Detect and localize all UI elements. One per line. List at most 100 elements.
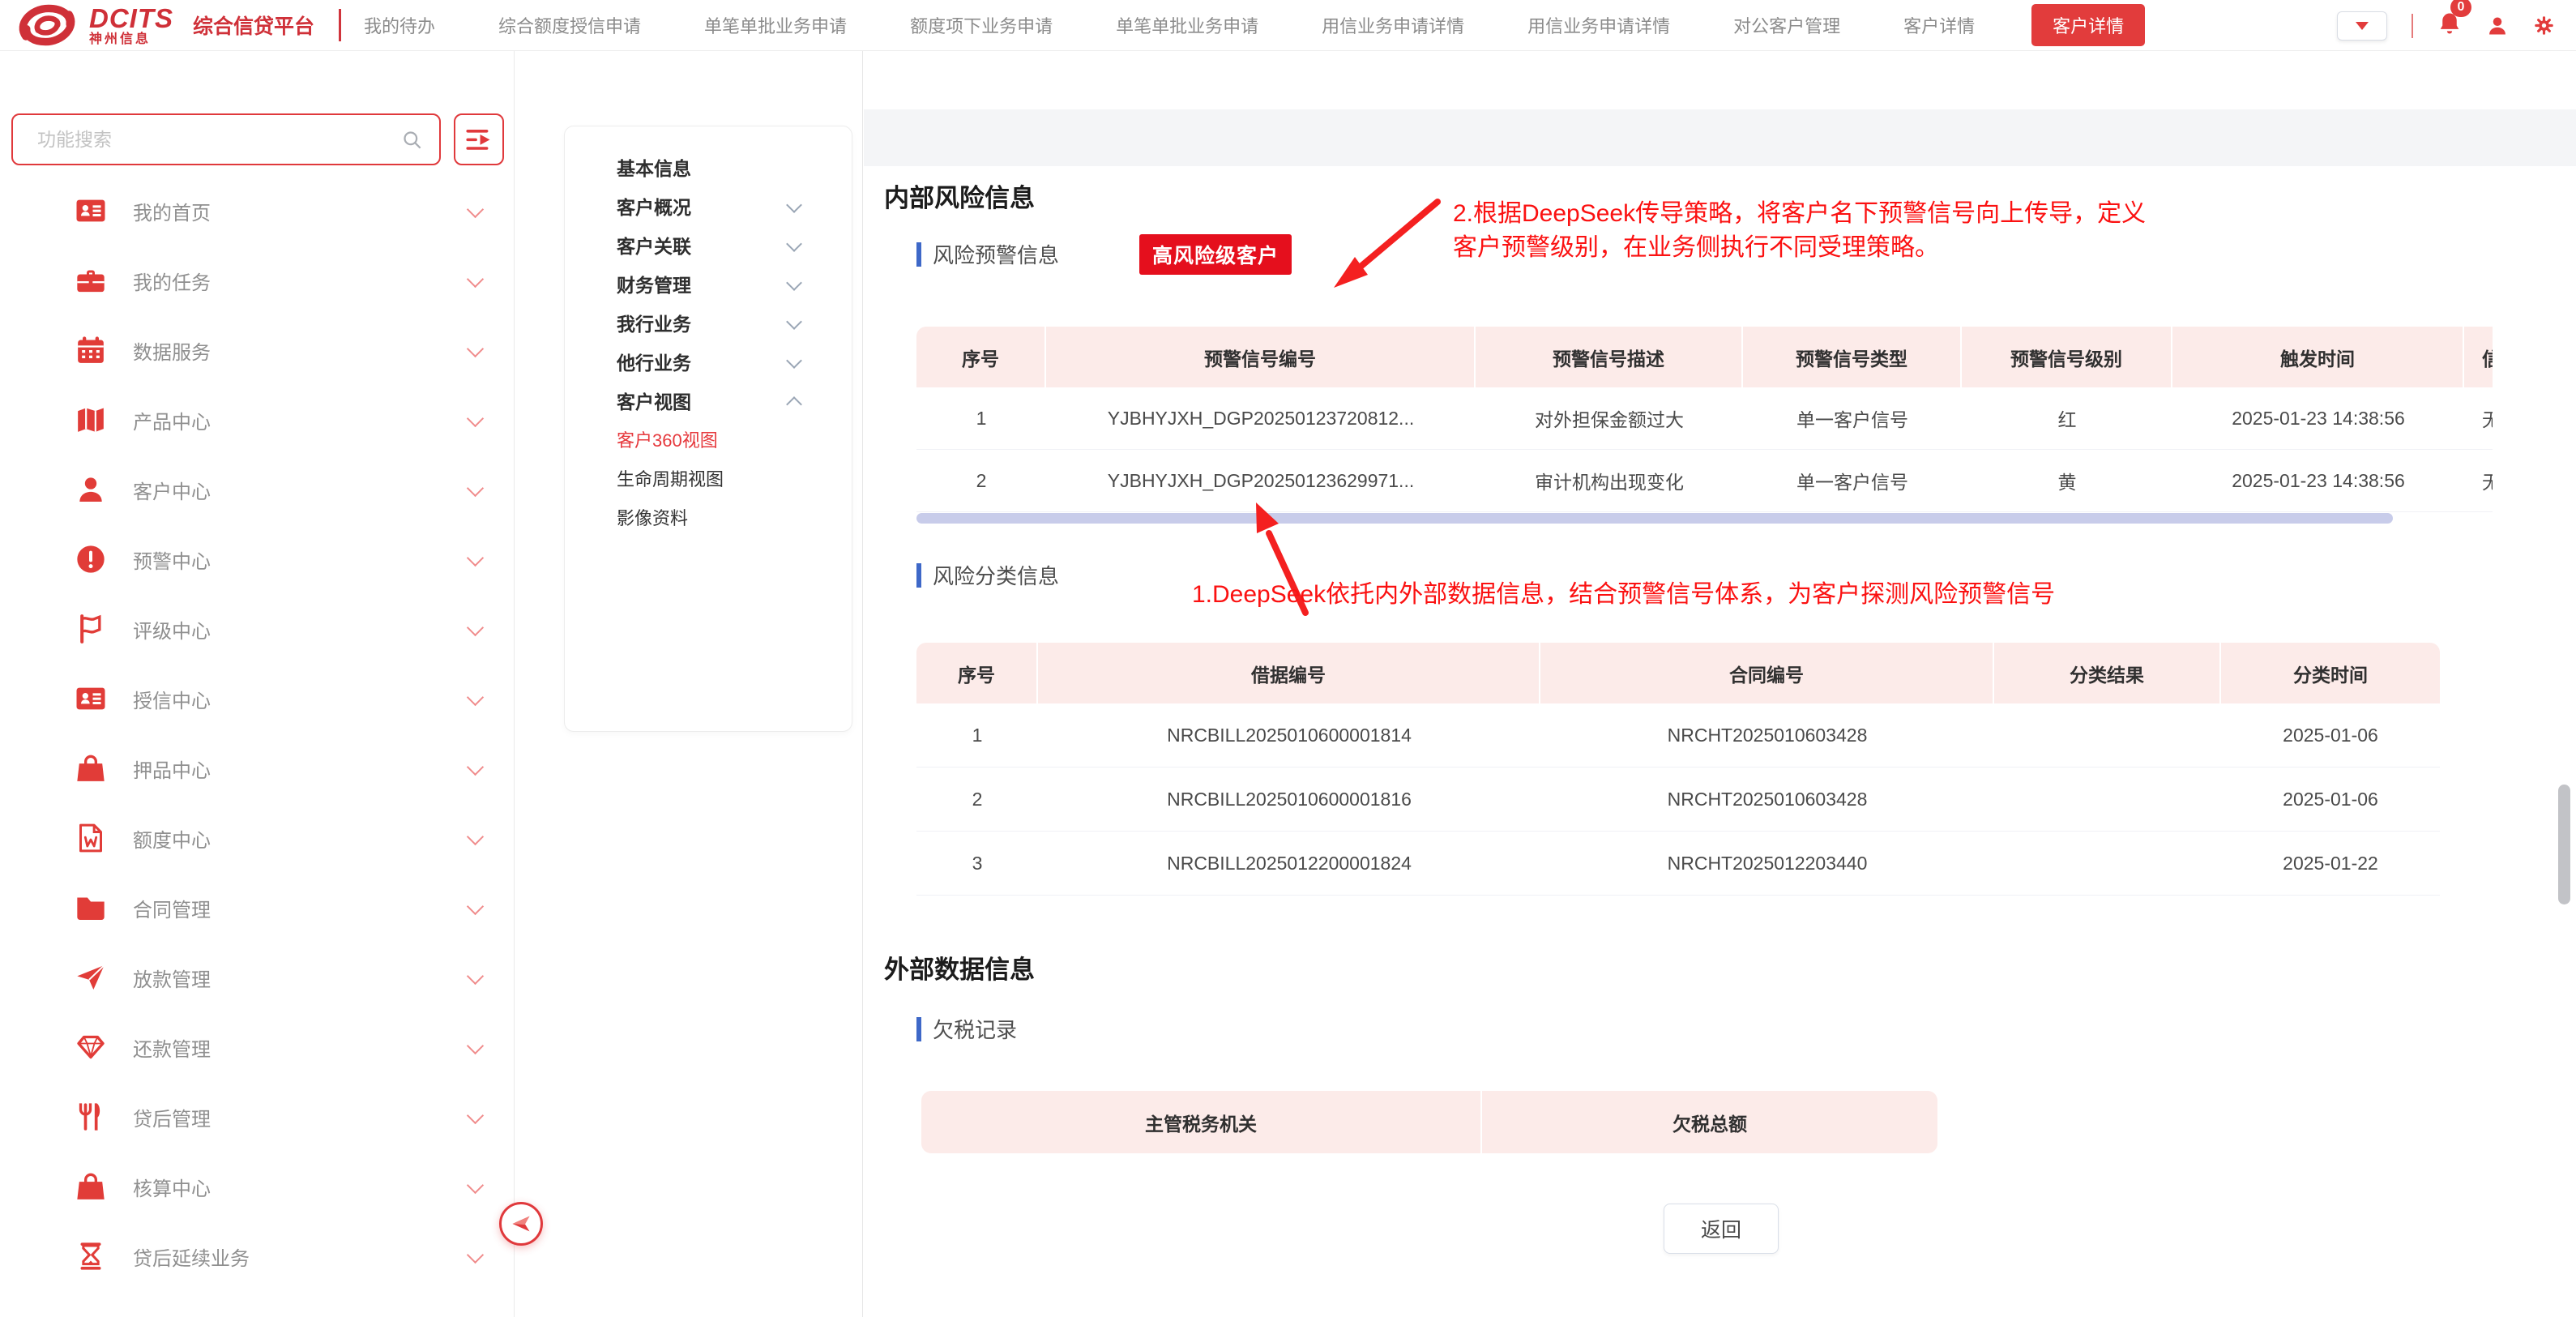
sidebar-item[interactable]: 贷后延续业务 (0, 1221, 514, 1291)
submenu-item-label: 财务管理 (617, 270, 691, 297)
horizontal-scrollbar[interactable] (916, 513, 2393, 524)
sidebar-item-label: 押品中心 (133, 755, 211, 783)
menu-collapse-button[interactable] (454, 113, 504, 165)
cell-clipped: 无 (2464, 404, 2493, 432)
top-nav-tabs: 我的待办 综合额度授信申请 单笔单批业务申请 额度项下业务申请 单笔单批业务申请 用信业务… (364, 12, 1975, 38)
submenu-item[interactable]: 客户概况 (565, 186, 852, 225)
submenu-item[interactable]: 客户关联 (565, 225, 852, 264)
sidebar-item[interactable]: 评级中心 (0, 594, 514, 664)
gear-icon[interactable] (2533, 15, 2555, 36)
chevron-down-icon (467, 1246, 484, 1264)
user-profile-icon[interactable] (2486, 15, 2509, 37)
submenu-item[interactable]: 我行业务 (565, 303, 852, 342)
idcard-icon (73, 682, 120, 715)
nav-tab[interactable]: 用信业务申请详情 (1527, 12, 1670, 38)
bag-icon (73, 752, 120, 785)
vertical-scrollbar[interactable] (2558, 785, 2570, 904)
sidebar-item[interactable]: 客户中心 (0, 455, 514, 524)
idcard-icon (73, 195, 120, 227)
sidebar-item[interactable]: 还款管理 (0, 1012, 514, 1082)
sidebar-collapse-button[interactable] (499, 1202, 543, 1246)
submenu-item[interactable]: 基本信息 (565, 148, 852, 186)
sidebar-item[interactable]: 产品中心 (0, 385, 514, 455)
risk-class-table: 序号借据编号合同编号分类结果分类时间 1 NRCBILL202501060000… (916, 643, 2440, 896)
dcits-logo: DCITS 神州信息 综合信贷平台 (15, 2, 314, 49)
cell-trigger-time: 2025-01-23 14:38:56 (2172, 470, 2464, 492)
cell-bill-no: NRCBILL2025010600001816 (1038, 789, 1540, 810)
cell-signal-desc: 对外担保金额过大 (1476, 404, 1743, 432)
table-row: 2 YJBHYJXH_DGP20250123629971... 审计机构出现变化… (916, 450, 2493, 512)
chevron-down-icon (467, 1037, 484, 1054)
diamond-icon (73, 1031, 120, 1063)
sidebar-item[interactable]: 贷后管理 (0, 1082, 514, 1152)
submenu-item[interactable]: 财务管理 (565, 264, 852, 303)
column-header: 预警信号编号 (1046, 327, 1476, 387)
sidebar-item[interactable]: 放款管理 (0, 943, 514, 1012)
sidebar-item-label: 产品中心 (133, 406, 211, 434)
sidebar-item[interactable]: 我的首页 (0, 176, 514, 246)
high-risk-customer-badge: 高风险级客户 (1139, 234, 1292, 275)
sidebar-item[interactable]: 数据服务 (0, 315, 514, 385)
submenu-item[interactable]: 客户视图 (565, 381, 852, 420)
submenu-item[interactable]: 影像资料 (565, 498, 852, 537)
cell-seq: 1 (916, 725, 1038, 746)
sidebar-item[interactable]: 预警中心 (0, 524, 514, 594)
product-title: 综合信贷平台 (193, 11, 314, 40)
customer-view-menu-card: 基本信息 客户概况 客户关联 财务管理 (564, 126, 852, 732)
cell-bill-no: NRCBILL2025010600001814 (1038, 725, 1540, 746)
sidebar-item[interactable]: 合同管理 (0, 873, 514, 943)
submenu-item[interactable]: 客户360视图 (565, 420, 852, 459)
nav-tab[interactable]: 对公客户管理 (1733, 12, 1840, 38)
nav-tab[interactable]: 客户详情 (1903, 12, 1975, 38)
submenu-item[interactable]: 他行业务 (565, 342, 852, 381)
notifications-button[interactable]: 0 (2437, 11, 2462, 41)
sidebar-item-label: 放款管理 (133, 964, 211, 992)
sidebar-item[interactable]: 押品中心 (0, 733, 514, 803)
sidebar-item-label: 核算中心 (133, 1173, 211, 1201)
sidebar-item[interactable]: 核算中心 (0, 1152, 514, 1221)
plane-icon (73, 961, 120, 994)
nav-tab-active-customer-detail[interactable]: 客户详情 (2031, 4, 2145, 46)
submenu-item-label: 客户360视图 (617, 426, 718, 452)
submenu-item-label: 影像资料 (617, 504, 688, 530)
chevron-icon (786, 353, 802, 369)
sidebar-item[interactable]: 授信中心 (0, 664, 514, 733)
nav-tab[interactable]: 单笔单批业务申请 (1116, 12, 1258, 38)
user-icon (73, 473, 120, 506)
sidebar-item-label: 合同管理 (133, 894, 211, 922)
sidebar-item[interactable]: 我的任务 (0, 246, 514, 315)
sidebar-item-label: 评级中心 (133, 615, 211, 644)
risk-warning-table-header: 序号预警信号编号预警信号描述预警信号类型预警信号级别触发时间信 (916, 327, 2493, 387)
back-button[interactable]: 返回 (1664, 1204, 1779, 1254)
nav-tab[interactable]: 用信业务申请详情 (1322, 12, 1464, 38)
cell-trigger-time: 2025-01-23 14:38:56 (2172, 408, 2464, 430)
window-dropdown-button[interactable] (2337, 11, 2387, 41)
cell-class-time: 2025-01-06 (2221, 725, 2440, 746)
section-bar (916, 563, 921, 588)
tax-record-section-header: 欠税记录 (916, 1014, 1017, 1044)
cell-class-time: 2025-01-06 (2221, 789, 2440, 810)
alert-icon (73, 543, 120, 575)
function-search-input[interactable] (13, 115, 439, 164)
chevron-down-icon (467, 759, 484, 776)
column-header: 序号 (916, 643, 1038, 703)
function-search-box (11, 113, 441, 165)
chevron-down-icon (467, 1107, 484, 1124)
column-header: 合同编号 (1540, 643, 1994, 703)
nav-tab[interactable]: 我的待办 (364, 12, 435, 38)
nav-tab[interactable]: 单笔单批业务申请 (704, 12, 847, 38)
utensils-icon (73, 1101, 120, 1133)
sidebar-item-label: 客户中心 (133, 476, 211, 504)
chevron-down-icon (467, 201, 484, 218)
sidebar-item[interactable]: 额度中心 (0, 803, 514, 873)
dcits-swoosh-icon (15, 2, 81, 49)
nav-tab[interactable]: 综合额度授信申请 (498, 12, 641, 38)
cell-signal-type: 单一客户信号 (1743, 467, 1962, 494)
submenu-item[interactable]: 生命周期视图 (565, 459, 852, 498)
main-content: 内部风险信息 风险预警信息 高风险级客户 2.根据DeepSeek传导策略，将客… (864, 51, 2576, 1317)
nav-tab[interactable]: 额度项下业务申请 (910, 12, 1053, 38)
column-header: 信 (2464, 327, 2493, 387)
cell-signal-type: 单一客户信号 (1743, 404, 1962, 432)
cell-clipped: 无 (2464, 467, 2493, 494)
sidebar-item-label: 贷后延续业务 (133, 1242, 250, 1271)
